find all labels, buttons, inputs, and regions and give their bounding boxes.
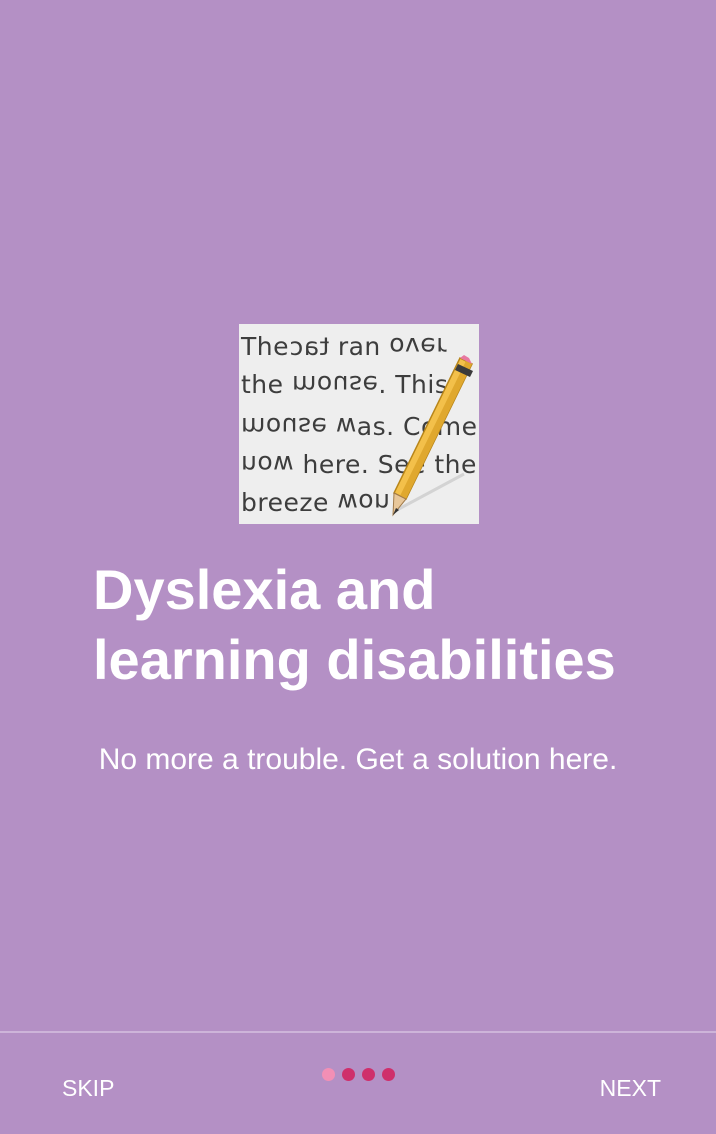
page-dot	[362, 1068, 375, 1081]
page-dot	[342, 1068, 355, 1081]
dyslexia-handwriting-illustration: Thetac ran over the mouse. This mouse wa…	[239, 324, 479, 524]
skip-button[interactable]: SKIP	[62, 1068, 114, 1108]
onboarding-screen: Thetac ran over the mouse. This mouse wa…	[0, 0, 716, 1134]
page-dot-active	[322, 1068, 335, 1081]
next-button[interactable]: NEXT	[600, 1068, 661, 1108]
page-title-line-1: Dyslexia and	[93, 558, 436, 621]
page-title-line-2: learning disabilities	[93, 628, 616, 691]
page-subtitle: No more a trouble. Get a solution here.	[98, 743, 618, 776]
page-title: Dyslexia and learning disabilities	[93, 555, 693, 695]
page-indicator	[322, 1068, 395, 1082]
footer-divider	[0, 1031, 716, 1033]
page-dot	[382, 1068, 395, 1081]
pencil-icon	[392, 355, 474, 517]
